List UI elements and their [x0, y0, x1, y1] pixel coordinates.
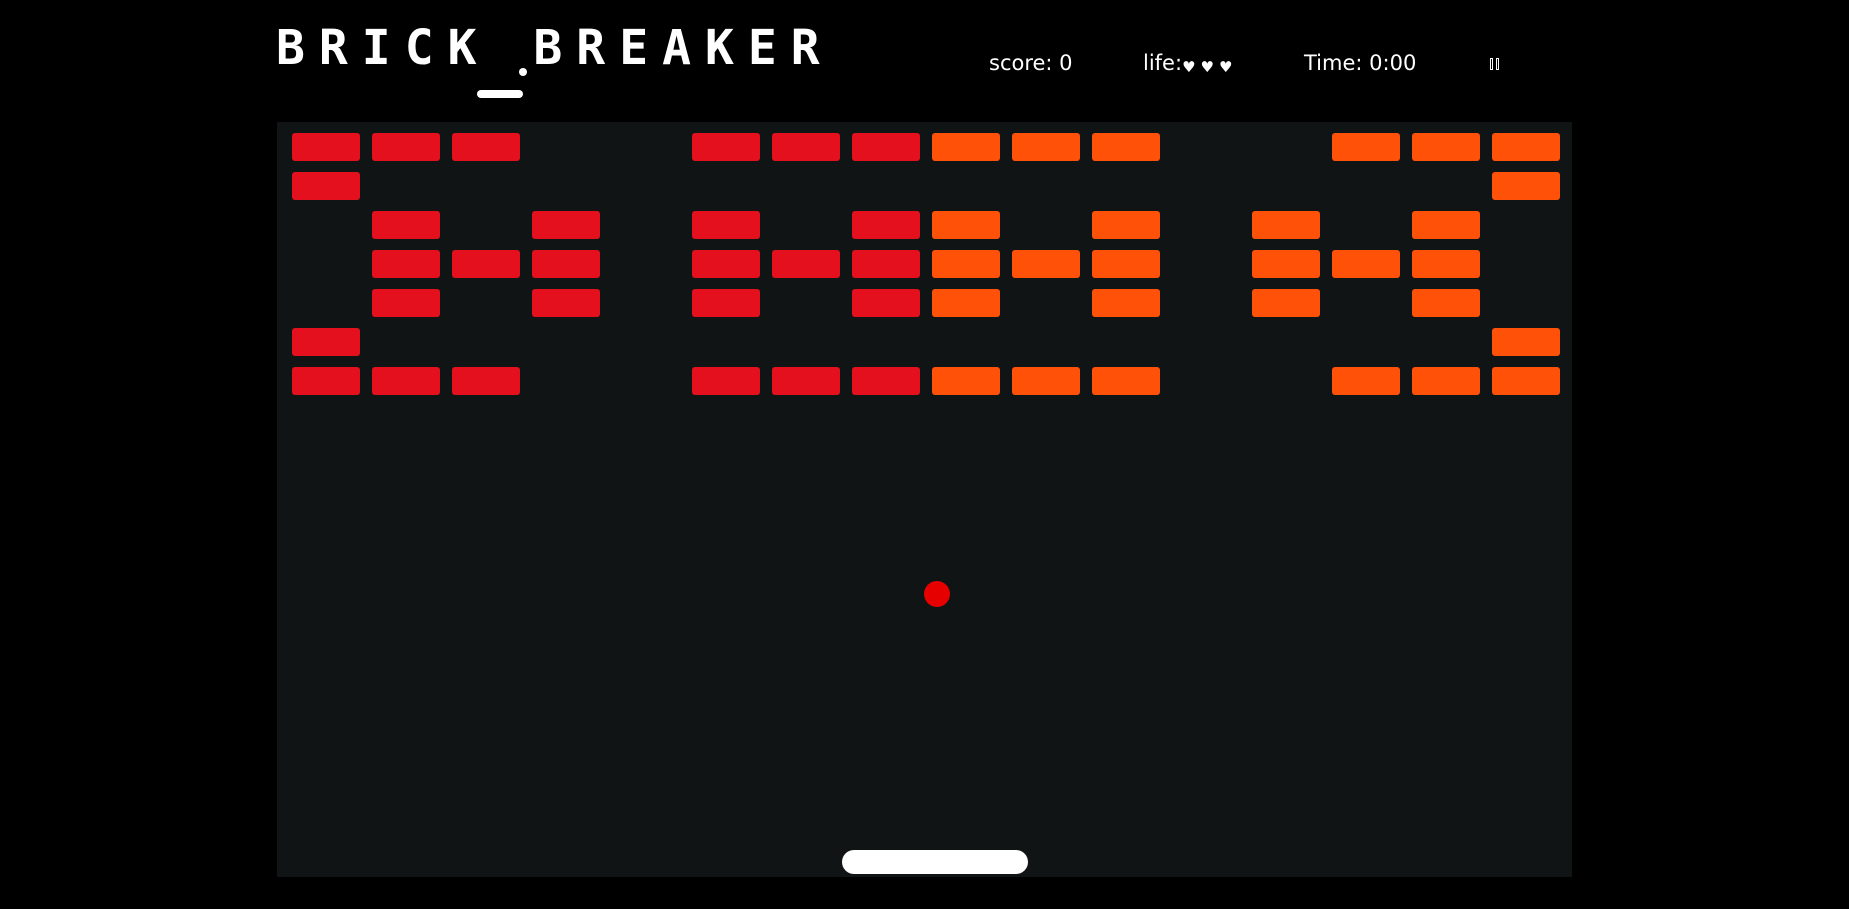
logo-ball-icon	[519, 68, 527, 76]
brick-red	[852, 211, 920, 239]
game-title: BRICK BREAKER	[276, 20, 834, 76]
brick-red	[692, 289, 760, 317]
brick-orange	[1412, 367, 1480, 395]
brick-red	[692, 250, 760, 278]
brick-red	[292, 133, 360, 161]
brick-orange	[932, 367, 1000, 395]
heart-icons: ♥♥♥	[1182, 58, 1238, 76]
brick-red	[772, 250, 840, 278]
brick-orange	[932, 289, 1000, 317]
brick-orange	[1012, 250, 1080, 278]
brick-red	[452, 367, 520, 395]
ball	[924, 581, 950, 607]
brick-orange	[932, 211, 1000, 239]
brick-orange	[1252, 211, 1320, 239]
brick-orange	[1332, 133, 1400, 161]
brick-red	[852, 133, 920, 161]
brick-red	[692, 367, 760, 395]
logo-paddle-icon	[477, 90, 523, 98]
brick-red	[532, 211, 600, 239]
brick-orange	[1252, 250, 1320, 278]
brick-red	[772, 133, 840, 161]
brick-orange	[1092, 367, 1160, 395]
brick-red	[372, 211, 440, 239]
brick-orange	[1412, 133, 1480, 161]
paddle[interactable]	[842, 850, 1028, 874]
brick-red	[372, 133, 440, 161]
brick-red	[692, 211, 760, 239]
brick-orange	[1012, 367, 1080, 395]
brick-red	[852, 367, 920, 395]
brick-orange	[1412, 211, 1480, 239]
brick-red	[372, 250, 440, 278]
brick-red	[852, 289, 920, 317]
score-display: score: 0	[989, 51, 1073, 75]
brick-orange	[1252, 289, 1320, 317]
brick-orange	[1332, 367, 1400, 395]
brick-orange	[1492, 328, 1560, 356]
life-display: life:♥♥♥	[1143, 48, 1237, 78]
life-label: life:	[1143, 51, 1183, 75]
brick-red	[292, 328, 360, 356]
game-logo: BRICK BREAKER	[276, 18, 820, 102]
brick-orange	[932, 250, 1000, 278]
pause-icon	[1490, 58, 1493, 70]
brick-orange	[1092, 211, 1160, 239]
brick-orange	[932, 133, 1000, 161]
brick-orange	[1492, 367, 1560, 395]
brick-orange	[1492, 172, 1560, 200]
brick-orange	[1412, 250, 1480, 278]
brick-orange	[1092, 133, 1160, 161]
brick-red	[852, 250, 920, 278]
brick-red	[372, 367, 440, 395]
brick-red	[772, 367, 840, 395]
brick-orange	[1332, 250, 1400, 278]
brick-red	[532, 289, 600, 317]
brick-red	[452, 250, 520, 278]
brick-orange	[1412, 289, 1480, 317]
brick-orange	[1092, 289, 1160, 317]
brick-red	[292, 367, 360, 395]
pause-icon	[1496, 58, 1499, 70]
game-board[interactable]	[277, 122, 1572, 877]
brick-red	[532, 250, 600, 278]
brick-red	[372, 289, 440, 317]
brick-orange	[1092, 250, 1160, 278]
pause-button[interactable]	[1486, 56, 1504, 74]
time-display: Time: 0:00	[1304, 51, 1417, 75]
brick-red	[692, 133, 760, 161]
brick-orange	[1012, 133, 1080, 161]
brick-orange	[1492, 133, 1560, 161]
brick-red	[452, 133, 520, 161]
brick-red	[292, 172, 360, 200]
